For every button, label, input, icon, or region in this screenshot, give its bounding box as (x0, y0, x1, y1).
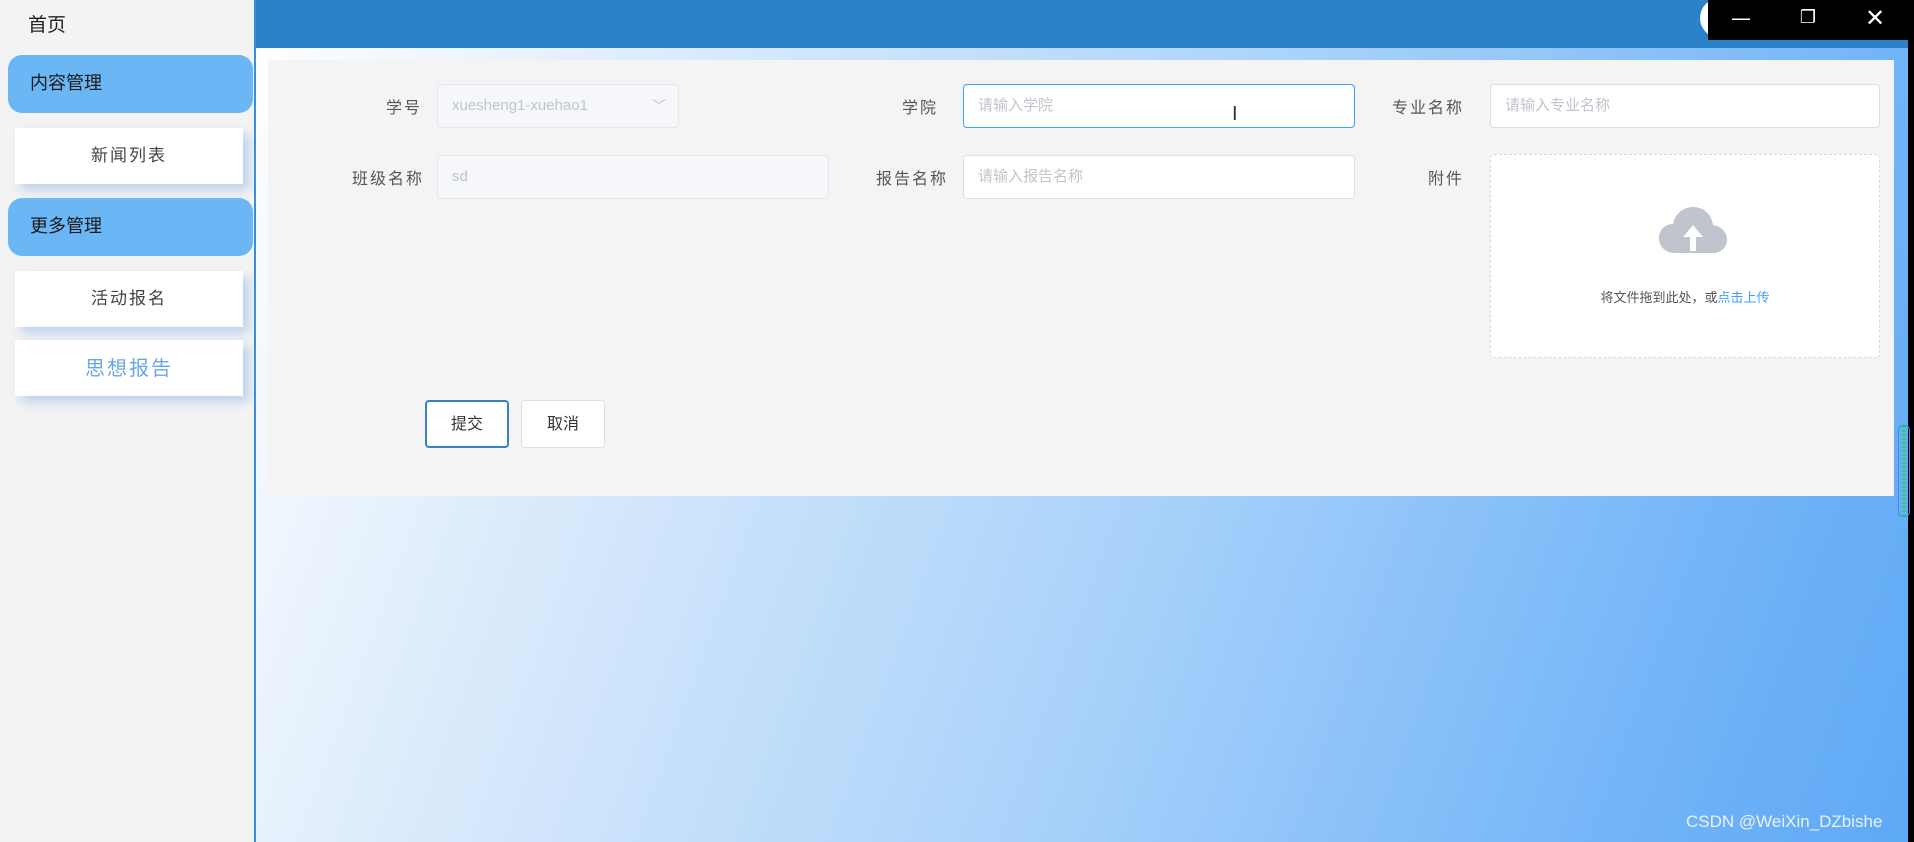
class-name-label: 班级名称 (351, 169, 424, 188)
report-name-label: 报告名称 (875, 169, 948, 188)
college-label: 学院 (901, 98, 938, 117)
upload-cloud-icon (1659, 207, 1727, 253)
window-controls: — ❐ ✕ (1708, 0, 1908, 40)
scrollbar-thumb[interactable] (1898, 425, 1910, 517)
major-label: 专业名称 (1391, 98, 1464, 117)
nav-home[interactable]: 首页 (28, 10, 66, 37)
text-cursor-icon: I (1232, 103, 1238, 125)
attachment-label: 附件 (1427, 169, 1464, 188)
maximize-icon[interactable]: ❐ (1775, 0, 1841, 40)
class-name-input: sd (437, 155, 829, 199)
upload-link[interactable]: 点击上传 (1718, 291, 1770, 306)
main-area: 学号 xuesheng1-xuehao1 ﹀ 学院 请输入学院 I 专业名称 请… (256, 0, 1908, 842)
report-name-placeholder: 请输入报告名称 (978, 168, 1084, 185)
nav-item-activity-signup[interactable]: 活动报名 (15, 271, 243, 327)
upload-hint-text: 将文件拖到此处，或 (1600, 291, 1718, 306)
cancel-button[interactable]: 取消 (521, 400, 605, 448)
student-id-value: xuesheng1-xuehao1 (452, 97, 588, 114)
major-input[interactable]: 请输入专业名称 (1490, 84, 1880, 128)
sidebar: 首页 内容管理 新闻列表 更多管理 活动报名 思想报告 (0, 0, 256, 842)
class-name-value: sd (452, 168, 468, 185)
nav-group-more[interactable]: 更多管理 (8, 198, 253, 256)
nav-group-content[interactable]: 内容管理 (8, 55, 253, 113)
student-id-select: xuesheng1-xuehao1 ﹀ (437, 84, 679, 128)
upload-hint: 将文件拖到此处，或点击上传 (1491, 287, 1879, 306)
report-form: 学号 xuesheng1-xuehao1 ﹀ 学院 请输入学院 I 专业名称 请… (268, 60, 1894, 496)
close-icon[interactable]: ✕ (1842, 0, 1908, 40)
submit-button[interactable]: 提交 (425, 400, 509, 448)
nav-item-thought-report[interactable]: 思想报告 (15, 340, 243, 396)
student-id-label: 学号 (385, 98, 422, 117)
minimize-icon[interactable]: — (1708, 0, 1774, 40)
college-input[interactable]: 请输入学院 I (963, 84, 1355, 128)
upload-dropzone[interactable]: 将文件拖到此处，或点击上传 (1490, 154, 1880, 358)
report-name-input[interactable]: 请输入报告名称 (963, 155, 1355, 199)
chevron-down-icon: ﹀ (652, 98, 666, 114)
major-placeholder: 请输入专业名称 (1505, 97, 1611, 114)
top-bar (256, 0, 1908, 48)
nav-item-news-list[interactable]: 新闻列表 (15, 128, 243, 184)
watermark: CSDN @WeiXin_DZbishe (1686, 812, 1883, 831)
college-placeholder: 请输入学院 (978, 97, 1054, 114)
